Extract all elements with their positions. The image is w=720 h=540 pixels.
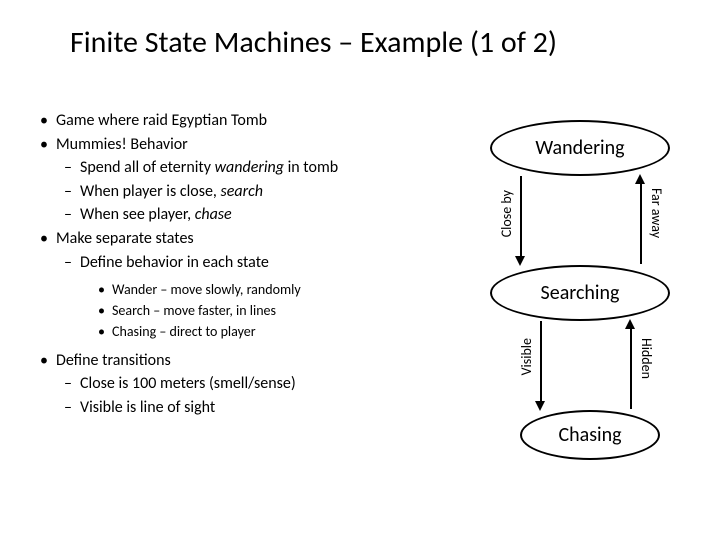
bullet: Mummies! Behavior (30, 134, 410, 156)
state-chasing: Chasing (520, 410, 660, 460)
fsm-diagram: Wandering Searching Chasing Close by Far… (430, 120, 700, 500)
sub-bullet: Define behavior in each state (30, 252, 410, 274)
sub-bullet: When player is close, search (30, 181, 410, 203)
sub-sub-bullet: Search – move faster, in lines (30, 302, 410, 321)
bullet-content: Game where raid Egyptian Tomb Mummies! B… (30, 110, 410, 421)
sub-sub-bullet: Chasing – direct to player (30, 323, 410, 342)
edge-hidden: Hidden (638, 338, 655, 379)
bullet: Define transitions (30, 350, 410, 372)
page-title: Finite State Machines – Example (1 of 2) (70, 24, 557, 61)
state-wandering: Wandering (490, 120, 670, 176)
state-searching: Searching (490, 265, 670, 321)
bullet: Make separate states (30, 228, 410, 250)
sub-sub-bullet: Wander – move slowly, randomly (30, 281, 410, 300)
sub-bullet: Visible is line of sight (30, 397, 410, 419)
edge-closeby: Close by (498, 190, 515, 237)
edge-faraway: Far away (648, 188, 665, 238)
sub-bullet: Spend all of eternity wandering in tomb (30, 157, 410, 179)
bullet: Game where raid Egyptian Tomb (30, 110, 410, 132)
sub-bullet: When see player, chase (30, 204, 410, 226)
edge-visible: Visible (518, 338, 535, 375)
sub-bullet: Close is 100 meters (smell/sense) (30, 373, 410, 395)
